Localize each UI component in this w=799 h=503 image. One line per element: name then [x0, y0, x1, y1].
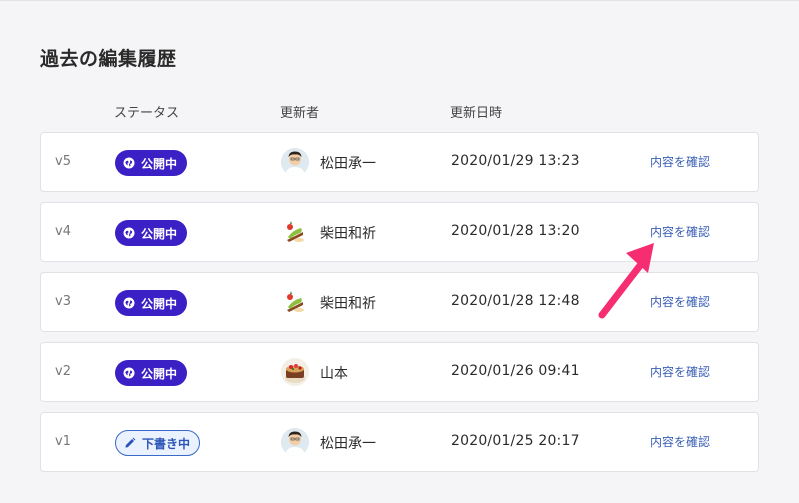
history-row-v1: v1 下書き中 松田承一 2020/01/25 20:17 内容を確認 — [40, 412, 759, 472]
updated-datetime: 2020/01/25 20:17 — [451, 433, 580, 449]
author-name: 山本 — [320, 366, 348, 382]
globe-icon — [123, 227, 135, 239]
view-content-link[interactable]: 内容を確認 — [650, 153, 710, 170]
table-header: ステータス 更新者 更新日時 — [40, 102, 759, 122]
author-name: 柴田和祈 — [320, 226, 376, 242]
history-row-v3: v3 公開中 柴田和祈 2020/01/28 12:48 内容を確認 — [40, 272, 759, 332]
author-name: 松田承一 — [320, 436, 376, 452]
avatar — [281, 428, 309, 456]
history-row-v4: v4 公開中 柴田和祈 2020/01/28 13:20 内容を確認 — [40, 202, 759, 262]
status-badge: 公開中 — [115, 150, 188, 176]
status-badge: 下書き中 — [115, 430, 201, 456]
avatar — [281, 218, 309, 246]
top-divider — [0, 0, 799, 1]
updated-datetime: 2020/01/28 12:48 — [451, 293, 580, 309]
avatar — [281, 148, 309, 176]
author-name: 柴田和祈 — [320, 296, 376, 312]
version-label: v1 — [55, 434, 71, 449]
status-label: 公開中 — [141, 226, 178, 241]
view-content-link[interactable]: 内容を確認 — [650, 433, 710, 450]
updated-datetime: 2020/01/29 13:23 — [451, 153, 580, 169]
version-label: v3 — [55, 294, 71, 309]
page-title: 過去の編集履歴 — [40, 48, 177, 70]
status-badge: 公開中 — [115, 360, 188, 386]
pencil-icon — [124, 437, 136, 449]
status-label: 公開中 — [141, 366, 178, 381]
column-header-datetime: 更新日時 — [450, 106, 503, 121]
globe-icon — [123, 367, 135, 379]
status-label: 下書き中 — [142, 436, 191, 451]
view-content-link[interactable]: 内容を確認 — [650, 293, 710, 310]
status-badge: 公開中 — [115, 220, 188, 246]
view-content-link[interactable]: 内容を確認 — [650, 363, 710, 380]
version-label: v5 — [55, 154, 71, 169]
version-label: v4 — [55, 224, 71, 239]
view-content-link[interactable]: 内容を確認 — [650, 223, 710, 240]
column-header-status: ステータス — [114, 106, 180, 121]
column-header-author: 更新者 — [280, 106, 320, 121]
history-row-v5: v5 公開中 松田承一 2020/01/29 13:23 内容を確認 — [40, 132, 759, 192]
history-row-v2: v2 公開中 山本 2020/01/26 09:41 内容を確認 — [40, 342, 759, 402]
avatar — [281, 358, 309, 386]
version-label: v2 — [55, 364, 71, 379]
edit-history-page: 過去の編集履歴 ステータス 更新者 更新日時 v5 公開中 松田承一 2020/… — [0, 0, 799, 503]
status-label: 公開中 — [141, 156, 178, 171]
avatar — [281, 288, 309, 316]
updated-datetime: 2020/01/28 13:20 — [451, 223, 580, 239]
globe-icon — [123, 297, 135, 309]
globe-icon — [123, 157, 135, 169]
updated-datetime: 2020/01/26 09:41 — [451, 363, 580, 379]
status-label: 公開中 — [141, 296, 178, 311]
author-name: 松田承一 — [320, 156, 376, 172]
history-list: v5 公開中 松田承一 2020/01/29 13:23 内容を確認 v4 公開… — [40, 132, 759, 482]
status-badge: 公開中 — [115, 290, 188, 316]
